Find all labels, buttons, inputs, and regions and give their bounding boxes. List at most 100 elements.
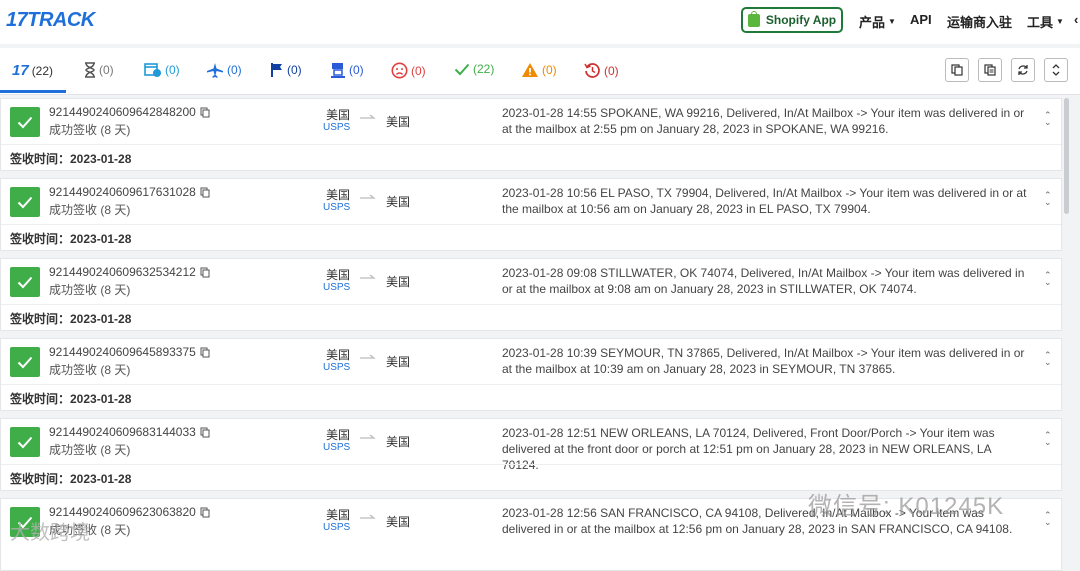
nav-more[interactable]: ‹ — [1074, 12, 1078, 27]
delivery-status: 成功签收 (8 天) — [49, 443, 131, 457]
nav-carrier-join-label: 运输商入驻 — [947, 15, 1013, 30]
chevron-updown-icon[interactable]: ⌃ ⌄ — [1044, 351, 1052, 367]
nav-api-label: API — [910, 12, 932, 27]
tracking-number[interactable]: 9214490240609617631028 — [49, 185, 210, 199]
tab-pick-up[interactable]: (0) — [270, 62, 302, 78]
carrier-link[interactable]: USPS — [323, 442, 350, 453]
scrollbar-thumb[interactable] — [1064, 98, 1069, 214]
route-arrow-icon — [360, 434, 376, 439]
tracking-number-text: 9214490240609632534212 — [49, 265, 196, 279]
tab-count: (0) — [287, 63, 302, 77]
tab-count: (0) — [542, 63, 557, 77]
hourglass-icon — [85, 62, 95, 78]
refresh-icon — [1018, 65, 1028, 75]
nav-carrier-join[interactable]: 运输商入驻 — [947, 12, 1012, 31]
shopify-app-button[interactable]: Shopify App — [741, 7, 843, 33]
delivered-check-icon — [10, 427, 40, 457]
copy-all-button[interactable] — [978, 58, 1002, 82]
destination-country: 美国 — [386, 275, 411, 289]
delivered-check-icon — [10, 267, 40, 297]
tab-all[interactable]: 17 (22) — [12, 62, 53, 79]
destination-country: 美国 — [386, 355, 411, 369]
tracking-number-text: 9214490240609683144033 — [49, 425, 196, 439]
brand-logo[interactable]: 17TRACK — [6, 9, 95, 32]
tracking-number[interactable]: 9214490240609645893375 — [49, 345, 210, 359]
route-arrow-icon — [360, 354, 376, 359]
airplane-icon — [207, 63, 223, 78]
tab-undelivered[interactable]: (0) — [391, 62, 426, 79]
copy-icon[interactable] — [200, 347, 210, 358]
delivery-status: 成功签收 (8 天) — [49, 283, 131, 297]
shipment-card[interactable]: 9214490240609645893375 成功签收 (8 天) 美国 USP… — [0, 338, 1062, 411]
copy-icon[interactable] — [200, 267, 210, 278]
expand-all-button[interactable] — [1044, 58, 1068, 82]
caret-down-icon: ▼ — [888, 17, 896, 26]
tab-info-received[interactable]: (0) — [144, 62, 180, 78]
copy-icon[interactable] — [200, 107, 210, 118]
carrier-link[interactable]: USPS — [323, 202, 350, 213]
latest-event: 2023-01-28 09:08 STILLWATER, OK 74074, D… — [502, 266, 1025, 296]
tab-count: (0) — [411, 63, 426, 78]
shipment-card[interactable]: 9214490240609642848200 成功签收 (8 天) 美国 USP… — [0, 98, 1062, 171]
shopify-bag-icon — [747, 10, 760, 27]
divider — [1, 224, 1061, 225]
tab-expired[interactable]: (0) — [584, 62, 619, 79]
refresh-button[interactable] — [1011, 58, 1035, 82]
expired-icon — [584, 63, 600, 78]
carrier-link[interactable]: USPS — [323, 522, 350, 533]
tab-count: (0) — [604, 63, 619, 78]
tab-count: (0) — [349, 63, 364, 77]
info-received-icon — [144, 63, 161, 77]
carrier-link[interactable]: USPS — [323, 122, 350, 133]
chevron-updown-icon[interactable]: ⌃ ⌄ — [1044, 271, 1052, 287]
status-filter-tabs: 17 (22) (0) (0) (0) (0) (0) (0) (22) (0)… — [0, 48, 1080, 95]
latest-event: 2023-01-28 12:51 NEW ORLEANS, LA 70124, … — [502, 426, 995, 472]
origin-country: 美国 — [326, 348, 351, 362]
tab-not-found[interactable]: (0) — [84, 62, 114, 78]
chevron-updown-icon[interactable]: ⌃ ⌄ — [1044, 511, 1052, 527]
route-arrow-icon — [360, 514, 376, 519]
tab-count: (22) — [31, 63, 54, 78]
tracking-number[interactable]: 9214490240609632534212 — [49, 265, 210, 279]
copy-button[interactable] — [945, 58, 969, 82]
latest-event: 2023-01-28 10:56 EL PASO, TX 79904, Deli… — [502, 186, 1027, 216]
tracking-number[interactable]: 9214490240609683144033 — [49, 425, 210, 439]
nav-api[interactable]: API — [910, 12, 932, 27]
nav-more-glyph: ‹ — [1074, 12, 1079, 27]
17-logo-icon: 17 — [12, 62, 29, 79]
tab-count: (0) — [165, 63, 180, 77]
chevron-updown-icon[interactable]: ⌃ ⌄ — [1044, 431, 1052, 447]
corner-watermark: 大数跨境 — [10, 522, 90, 544]
active-tab-indicator — [0, 90, 66, 93]
nav-products-label: 产品 — [859, 15, 886, 30]
nav-tools[interactable]: 工具 ▼ — [1027, 12, 1064, 31]
divider — [1, 144, 1061, 145]
tracking-number-text: 9214490240609642848200 — [49, 105, 196, 119]
route-arrow-icon — [360, 274, 376, 279]
copy-icon[interactable] — [200, 187, 210, 198]
divider — [1, 304, 1061, 305]
tab-count: (0) — [227, 63, 242, 77]
tab-out-for-delivery[interactable]: (0) — [330, 62, 364, 78]
chevron-updown-icon[interactable]: ⌃ ⌄ — [1044, 111, 1052, 127]
delivered-check-icon — [10, 107, 40, 137]
nav-products[interactable]: 产品 ▼ — [859, 12, 896, 31]
shipment-card[interactable]: 9214490240609632534212 成功签收 (8 天) 美国 USP… — [0, 258, 1062, 331]
origin-country: 美国 — [326, 188, 351, 202]
delivery-status: 成功签收 (8 天) — [49, 203, 131, 217]
signed-time: 签收时间：2023-01-28 — [10, 312, 132, 326]
tab-delivered[interactable]: (22) — [454, 62, 494, 76]
tracking-number[interactable]: 9214490240609642848200 — [49, 105, 210, 119]
copy-icon[interactable] — [200, 427, 210, 438]
tab-alert[interactable]: (0) — [521, 62, 557, 78]
shipment-card[interactable]: 9214490240609683144033 成功签收 (8 天) 美国 USP… — [0, 418, 1062, 491]
tab-in-transit[interactable]: (0) — [206, 62, 242, 78]
delivery-status: 成功签收 (8 天) — [49, 123, 131, 137]
shipment-card[interactable]: 9214490240609617631028 成功签收 (8 天) 美国 USP… — [0, 178, 1062, 251]
copy-icon[interactable] — [200, 507, 210, 518]
nav-tools-label: 工具 — [1027, 15, 1054, 30]
carrier-link[interactable]: USPS — [323, 362, 350, 373]
chevron-updown-icon[interactable]: ⌃ ⌄ — [1044, 191, 1052, 207]
carrier-link[interactable]: USPS — [323, 282, 350, 293]
signed-time: 签收时间：2023-01-28 — [10, 232, 132, 246]
